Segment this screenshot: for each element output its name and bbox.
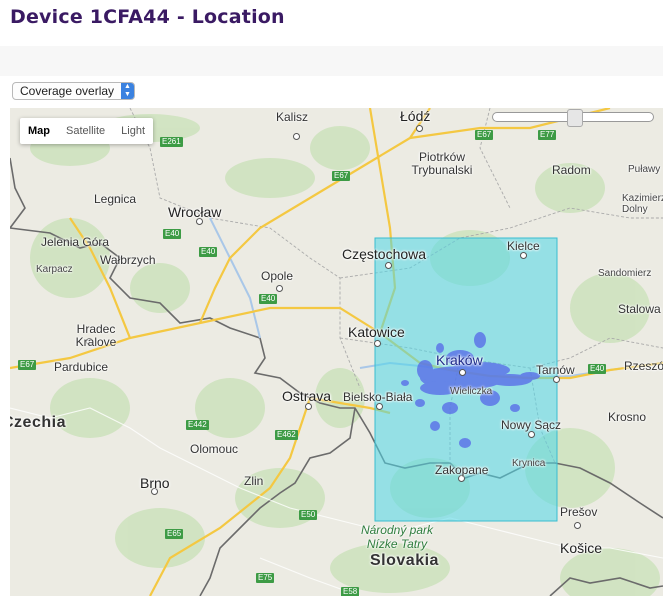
- map-view[interactable]: Map Satellite Light Łódź Kalisz Piotrków…: [10, 108, 663, 596]
- road-shield: E40: [163, 229, 182, 239]
- map-type-satellite[interactable]: Satellite: [58, 118, 113, 144]
- map-type-light[interactable]: Light: [113, 118, 153, 144]
- road-shield: E40: [259, 294, 278, 304]
- city-label: Brno: [140, 475, 170, 491]
- city-marker: [276, 285, 283, 292]
- city-label: Košice: [560, 540, 603, 556]
- road-shield: E442: [186, 420, 209, 430]
- country-label: Czechia: [10, 414, 66, 431]
- zoom-slider-handle[interactable]: [567, 109, 583, 127]
- overlay-select-value: Coverage overlay: [20, 84, 115, 98]
- road-shield: E67: [18, 360, 37, 370]
- map-type-map[interactable]: Map: [20, 118, 58, 144]
- city-label: Kazimierz Dolny: [622, 193, 663, 215]
- page-title: Device 1CFA44 - Location: [10, 6, 285, 28]
- city-label: Pardubice: [54, 360, 109, 374]
- city-label: Tarnów: [536, 363, 575, 377]
- map-type-control: Map Satellite Light: [20, 118, 153, 144]
- park-label: Národný park Nízke Tatry: [360, 523, 434, 551]
- city-label: Łódź: [400, 108, 431, 124]
- city-label: Zlin: [244, 474, 264, 488]
- city-label: Kalisz: [276, 110, 309, 124]
- road-shield: E462: [275, 430, 298, 440]
- city-label: Krynica: [512, 458, 546, 469]
- city-label: Jelenia Góra: [41, 235, 110, 249]
- road-shield: E50: [299, 510, 318, 520]
- road-shield: E58: [341, 587, 360, 596]
- chevron-updown-icon: ▲ ▼: [121, 83, 134, 99]
- city-label: Wrocław: [168, 204, 222, 220]
- city-marker: [528, 431, 535, 438]
- city-marker: [293, 133, 300, 140]
- city-label: Kraków: [436, 352, 483, 368]
- city-label: Olomouc: [190, 442, 239, 456]
- overlay-select[interactable]: Coverage overlay ▲ ▼: [12, 82, 135, 100]
- road-shield: E75: [256, 573, 275, 583]
- zoom-slider[interactable]: [492, 109, 654, 127]
- city-label: Kielce: [507, 239, 540, 253]
- road-shield: E261: [160, 137, 183, 147]
- city-label: Legnica: [94, 192, 137, 206]
- toolbar-band: [0, 46, 663, 76]
- city-label: Częstochowa: [342, 246, 427, 262]
- road-shield: E67: [475, 130, 494, 140]
- city-marker: [376, 403, 383, 410]
- road-shield: E40: [588, 364, 607, 374]
- city-label: Nowy Sącz: [501, 418, 562, 432]
- city-marker: [385, 262, 392, 269]
- city-marker: [520, 252, 527, 259]
- city-label: Zakopane: [435, 463, 489, 477]
- road-shield: E77: [538, 130, 557, 140]
- city-label: Krosno: [608, 410, 647, 424]
- city-label: Bielsko-Biała: [343, 390, 413, 404]
- city-label: Katowice: [348, 324, 405, 340]
- city-label: Ostrava: [282, 388, 332, 404]
- city-label: Hradec Kralove: [75, 322, 117, 349]
- city-label: Stalowa: [618, 302, 661, 316]
- city-label: Opole: [261, 269, 294, 283]
- city-label: Rzeszów: [624, 359, 663, 373]
- city-marker: [553, 376, 560, 383]
- map-base: [10, 108, 663, 596]
- city-label: Radom: [552, 163, 591, 177]
- road-shield: E65: [165, 529, 184, 539]
- road-shield: E40: [199, 247, 218, 257]
- country-label: Slovakia: [370, 552, 439, 569]
- city-marker: [416, 125, 423, 132]
- city-label: Piotrków Trybunalski: [411, 150, 473, 177]
- city-marker: [574, 522, 581, 529]
- city-label: Sandomierz: [598, 268, 652, 279]
- city-marker: [305, 403, 312, 410]
- city-marker: [374, 340, 381, 347]
- road-shield: E67: [332, 171, 351, 181]
- city-label: Puławy: [628, 164, 661, 175]
- city-marker: [459, 369, 466, 376]
- city-label: Wałbrzych: [100, 253, 156, 267]
- city-label: Karpacz: [36, 264, 73, 275]
- city-label: Prešov: [560, 505, 598, 519]
- city-label: Wieliczka: [450, 386, 493, 397]
